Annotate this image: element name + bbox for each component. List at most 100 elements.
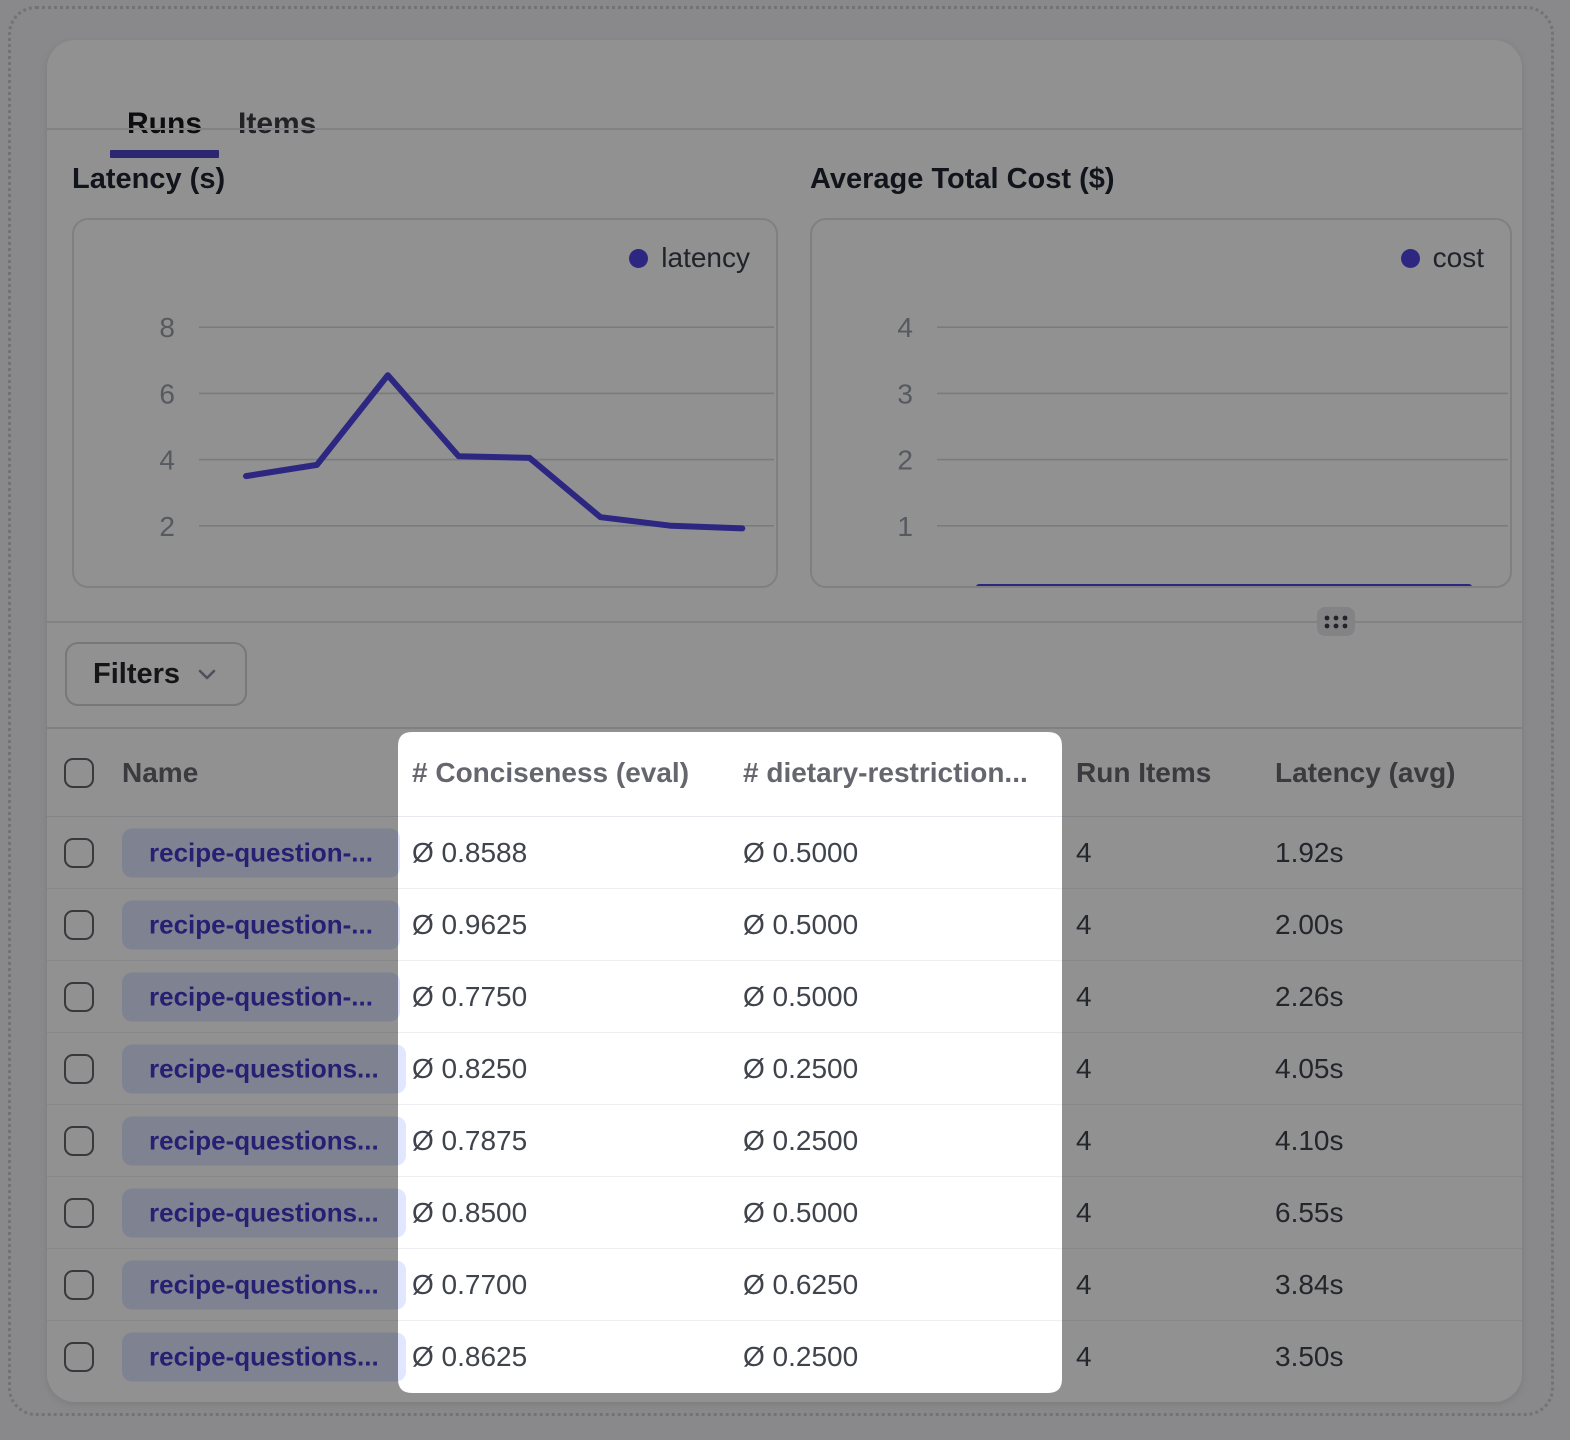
run-name-badge[interactable]: recipe-questions... [122,1333,406,1382]
cell-latency-avg: 6.55s [1275,1177,1344,1248]
cell-conciseness: Ø 0.7875 [412,1105,527,1176]
row-checkbox[interactable] [64,1054,94,1084]
cell-conciseness: Ø 0.7700 [412,1249,527,1320]
cell-latency-avg: 2.00s [1275,889,1344,960]
column-header-run-items[interactable]: Run Items [1076,729,1211,816]
column-header-latency-avg[interactable]: Latency (avg) [1275,729,1456,816]
cell-run-items: 4 [1076,961,1092,1032]
cell-latency-avg: 2.26s [1275,961,1344,1032]
column-header-conciseness[interactable]: # Conciseness (eval) [412,729,689,816]
latency-legend-label: latency [661,242,750,274]
select-all-checkbox[interactable] [64,758,94,788]
cost-legend: cost [1401,242,1484,274]
cell-dietary-restriction: Ø 0.6250 [743,1249,858,1320]
cell-latency-avg: 3.50s [1275,1321,1344,1393]
cell-latency-avg: 4.05s [1275,1033,1344,1104]
row-checkbox[interactable] [64,1126,94,1156]
cost-chart: 1 2 3 4 [812,220,1512,588]
dataset-runs-screen: Runs Items Latency (s) Average Total Cos… [0,0,1570,1440]
section-divider [47,621,1522,623]
tab-bar: Runs Items [110,106,333,142]
cell-conciseness: Ø 0.8625 [412,1321,527,1393]
svg-text:4: 4 [159,445,175,476]
table-row: recipe-question-... Ø 0.8588 Ø 0.5000 4 … [47,817,1522,889]
svg-text:8: 8 [159,312,175,343]
cell-dietary-restriction: Ø 0.5000 [743,1177,858,1248]
column-header-name[interactable]: Name [122,729,198,816]
cell-conciseness: Ø 0.8588 [412,817,527,888]
run-name-badge[interactable]: recipe-questions... [122,1260,406,1309]
cell-dietary-restriction: Ø 0.2500 [743,1105,858,1176]
filters-button-label: Filters [93,658,180,691]
cell-run-items: 4 [1076,1033,1092,1104]
table-row: recipe-questions... Ø 0.8250 Ø 0.2500 4 … [47,1033,1522,1105]
run-name-badge[interactable]: recipe-question-... [122,972,400,1021]
table-body: recipe-question-... Ø 0.8588 Ø 0.5000 4 … [47,817,1522,1393]
cell-latency-avg: 1.92s [1275,817,1344,888]
latency-legend-dot-icon [629,249,648,268]
cost-chart-title: Average Total Cost ($) [810,162,1115,196]
cell-run-items: 4 [1076,1321,1092,1393]
cell-conciseness: Ø 0.8250 [412,1033,527,1104]
run-name-badge[interactable]: recipe-question-... [122,900,400,949]
table-row: recipe-questions... Ø 0.8625 Ø 0.2500 4 … [47,1321,1522,1393]
row-checkbox[interactable] [64,982,94,1012]
cell-run-items: 4 [1076,1249,1092,1320]
grip-dots-icon [1323,613,1349,631]
table-row: recipe-question-... Ø 0.9625 Ø 0.5000 4 … [47,889,1522,961]
tabs-divider [47,128,1522,130]
table-row: recipe-questions... Ø 0.7875 Ø 0.2500 4 … [47,1105,1522,1177]
cell-dietary-restriction: Ø 0.2500 [743,1033,858,1104]
cell-run-items: 4 [1076,817,1092,888]
svg-text:4: 4 [897,312,913,343]
cell-dietary-restriction: Ø 0.2500 [743,1321,858,1393]
tab-items[interactable]: Items [221,106,333,142]
cost-chart-card: 1 2 3 4 cost [810,218,1512,588]
cell-conciseness: Ø 0.9625 [412,889,527,960]
latency-legend: latency [629,242,750,274]
table-header-row: Name # Conciseness (eval) # dietary-rest… [47,727,1522,817]
cell-dietary-restriction: Ø 0.5000 [743,817,858,888]
svg-text:2: 2 [897,445,913,476]
svg-text:2: 2 [159,511,175,542]
active-tab-indicator [110,150,219,158]
cell-dietary-restriction: Ø 0.5000 [743,961,858,1032]
table-row: recipe-question-... Ø 0.7750 Ø 0.5000 4 … [47,961,1522,1033]
svg-text:6: 6 [159,378,175,409]
row-checkbox[interactable] [64,1342,94,1372]
runs-panel: Runs Items Latency (s) Average Total Cos… [47,40,1522,1402]
cell-latency-avg: 4.10s [1275,1105,1344,1176]
cell-conciseness: Ø 0.8500 [412,1177,527,1248]
row-checkbox[interactable] [64,1198,94,1228]
cost-legend-label: cost [1433,242,1484,274]
table-row: recipe-questions... Ø 0.7700 Ø 0.6250 4 … [47,1249,1522,1321]
latency-chart-title: Latency (s) [72,162,225,196]
filters-button[interactable]: Filters [65,642,247,706]
latency-chart: 2 4 6 8 [74,220,778,588]
tab-items-label: Items [238,107,316,140]
run-name-badge[interactable]: recipe-questions... [122,1044,406,1093]
cell-run-items: 4 [1076,889,1092,960]
run-name-badge[interactable]: recipe-question-... [122,828,400,877]
tab-runs[interactable]: Runs [110,106,219,142]
run-name-badge[interactable]: recipe-questions... [122,1188,406,1237]
panel-resize-handle[interactable] [1317,607,1355,636]
cell-run-items: 4 [1076,1177,1092,1248]
cell-latency-avg: 3.84s [1275,1249,1344,1320]
row-checkbox[interactable] [64,1270,94,1300]
table-row: recipe-questions... Ø 0.8500 Ø 0.5000 4 … [47,1177,1522,1249]
svg-text:1: 1 [897,511,913,542]
row-checkbox[interactable] [64,910,94,940]
column-header-dietary-restriction[interactable]: # dietary-restriction... [743,729,1028,816]
tab-runs-label: Runs [127,107,202,140]
run-name-badge[interactable]: recipe-questions... [122,1116,406,1165]
runs-table: Name # Conciseness (eval) # dietary-rest… [47,727,1522,1393]
cell-run-items: 4 [1076,1105,1092,1176]
cell-conciseness: Ø 0.7750 [412,961,527,1032]
row-checkbox[interactable] [64,838,94,868]
cell-dietary-restriction: Ø 0.5000 [743,889,858,960]
latency-chart-card: 2 4 6 8 latency [72,218,778,588]
svg-text:3: 3 [897,378,913,409]
cost-legend-dot-icon [1401,249,1420,268]
chevron-down-icon [195,662,219,686]
